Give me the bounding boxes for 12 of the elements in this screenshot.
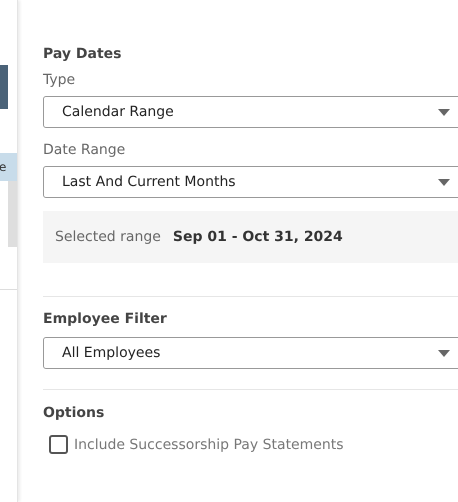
field-label: Type <box>43 72 76 88</box>
section-title: Options <box>43 405 106 421</box>
background-text: e <box>0 153 17 181</box>
range-value: Sep 01 - Oct 31, 2024 <box>172 229 343 245</box>
field-label: Date Range <box>43 142 126 158</box>
section-title: Pay Dates <box>43 46 122 62</box>
section-title: Employee Filter <box>43 311 168 327</box>
date-range-dropdown[interactable]: Last And Current Months <box>43 166 458 198</box>
employee-filter-dropdown[interactable]: All Employees <box>43 337 458 369</box>
type-dropdown[interactable]: Calendar Range <box>43 96 458 128</box>
checkbox-option[interactable]: Include Successorship Pay Statements <box>49 435 344 454</box>
range-label: Selected range <box>55 229 161 245</box>
